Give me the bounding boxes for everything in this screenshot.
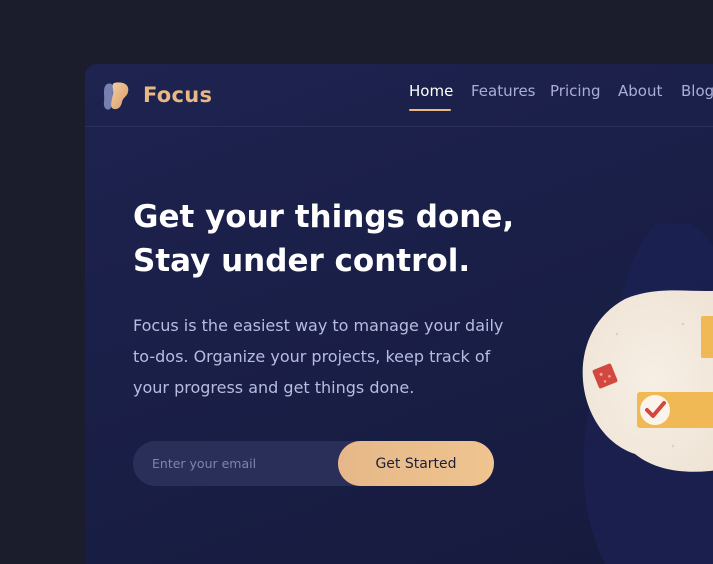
nav-active-indicator (409, 109, 451, 111)
email-input[interactable] (133, 441, 343, 486)
nav-item-pricing[interactable]: Pricing (550, 82, 601, 100)
brand-name[interactable]: Focus (143, 83, 212, 107)
nav-item-blog[interactable]: Blog (681, 82, 713, 100)
nav-item-features[interactable]: Features (471, 82, 536, 100)
landing-page-card: Focus Home Features Pricing About Blog G… (85, 64, 713, 564)
hero-title-line-2: Stay under control. (133, 243, 471, 279)
hero-title: Get your things done, Stay under control… (133, 195, 533, 283)
hero-description: Focus is the easiest way to manage your … (133, 310, 533, 403)
task-checklist-illustration (582, 224, 713, 564)
email-signup-form: Get Started (133, 441, 494, 486)
get-started-button[interactable]: Get Started (338, 441, 494, 486)
hero-description-line-1: Focus is the easiest way to manage your … (133, 316, 504, 335)
hero-description-line-2: to-dos. Organize your projects, keep tra… (133, 347, 491, 366)
nav-item-about[interactable]: About (618, 82, 662, 100)
focus-logo-icon[interactable] (101, 80, 133, 112)
hero-title-line-1: Get your things done, (133, 199, 515, 235)
top-navigation-bar: Focus Home Features Pricing About Blog (85, 64, 713, 127)
hero-description-line-3: your progress and get things done. (133, 378, 415, 397)
nav-item-home[interactable]: Home (409, 82, 453, 100)
